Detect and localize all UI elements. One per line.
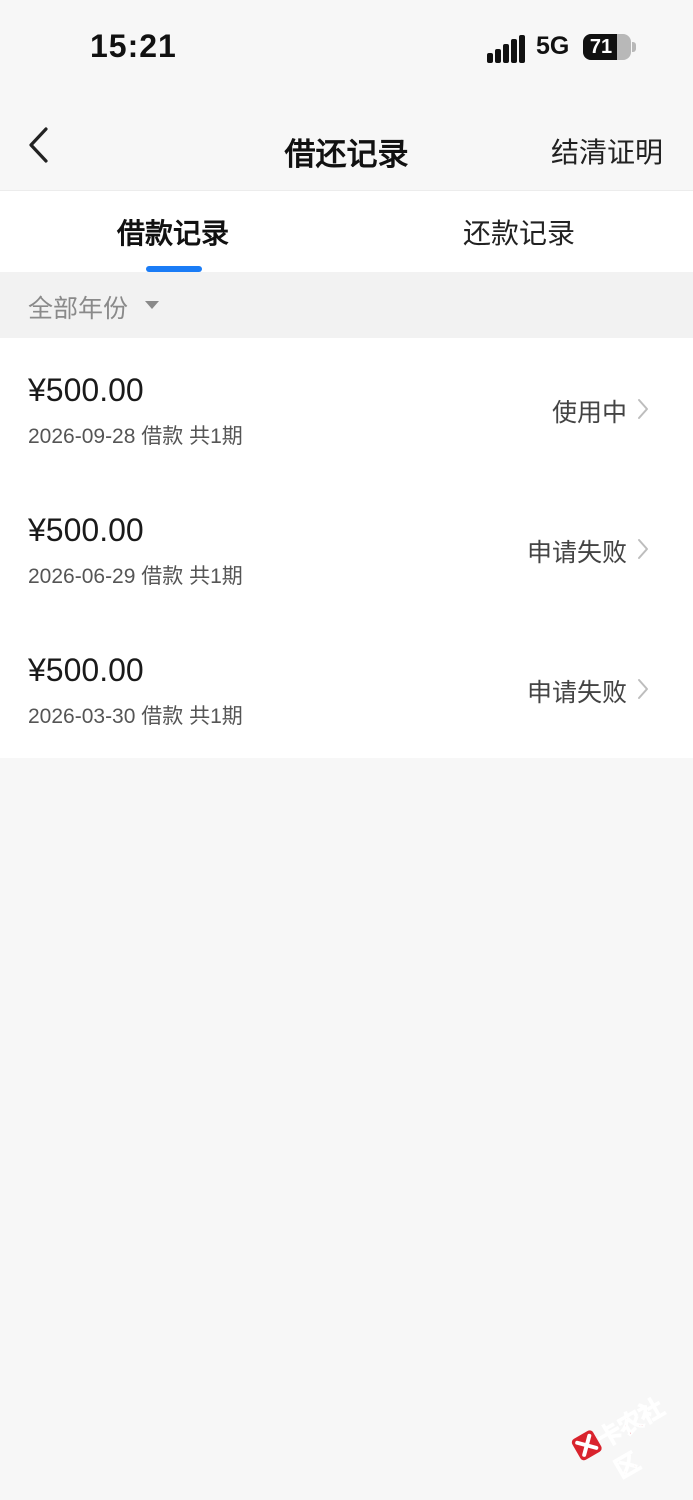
network-label: 5G <box>536 32 570 60</box>
settlement-certificate-button[interactable]: 结清证明 <box>551 131 663 171</box>
caret-down-icon <box>145 301 159 309</box>
status-bar: 15:21 5G 71 <box>0 0 693 95</box>
record-status: 使用中 <box>551 399 627 427</box>
tab-loan-records[interactable]: 借款记录 <box>0 191 346 273</box>
tab-repayment-records[interactable]: 还款记录 <box>346 191 692 273</box>
chevron-right-icon <box>638 539 648 559</box>
year-filter-label: 全部年份 <box>28 295 129 323</box>
nav-bar: 借还记录 结清证明 <box>0 95 693 191</box>
record-amount: ¥500.00 <box>28 652 144 688</box>
record-meta: 2026-09-28 借款 共1期 <box>28 425 243 448</box>
record-amount: ¥500.00 <box>28 372 144 408</box>
record-status: 申请失败 <box>526 679 627 707</box>
battery-cap <box>632 42 636 52</box>
watermark: 卡农社区 <box>560 1370 681 1484</box>
status-time: 15:21 <box>90 28 177 64</box>
list-item[interactable]: ¥500.00 2026-09-28 借款 共1期 使用中 <box>0 338 693 478</box>
record-amount: ¥500.00 <box>28 512 144 548</box>
watermark-text: 卡农社区 <box>593 1394 670 1485</box>
list-item[interactable]: ¥500.00 2026-03-30 借款 共1期 申请失败 <box>0 618 693 758</box>
loan-record-list: ¥500.00 2026-09-28 借款 共1期 使用中 ¥500.00 20… <box>0 338 693 758</box>
year-filter[interactable]: 全部年份 <box>0 272 693 338</box>
chevron-right-icon <box>638 399 648 419</box>
tab-bar: 借款记录 还款记录 <box>0 190 693 272</box>
chevron-right-icon <box>638 679 648 699</box>
list-item[interactable]: ¥500.00 2026-06-29 借款 共1期 申请失败 <box>0 478 693 618</box>
record-meta: 2026-03-30 借款 共1期 <box>28 705 243 728</box>
record-status: 申请失败 <box>526 539 627 567</box>
signal-icon <box>487 35 525 63</box>
record-meta: 2026-06-29 借款 共1期 <box>28 565 243 588</box>
battery-level: 71 <box>589 36 613 58</box>
battery-icon: 71 <box>583 34 631 60</box>
